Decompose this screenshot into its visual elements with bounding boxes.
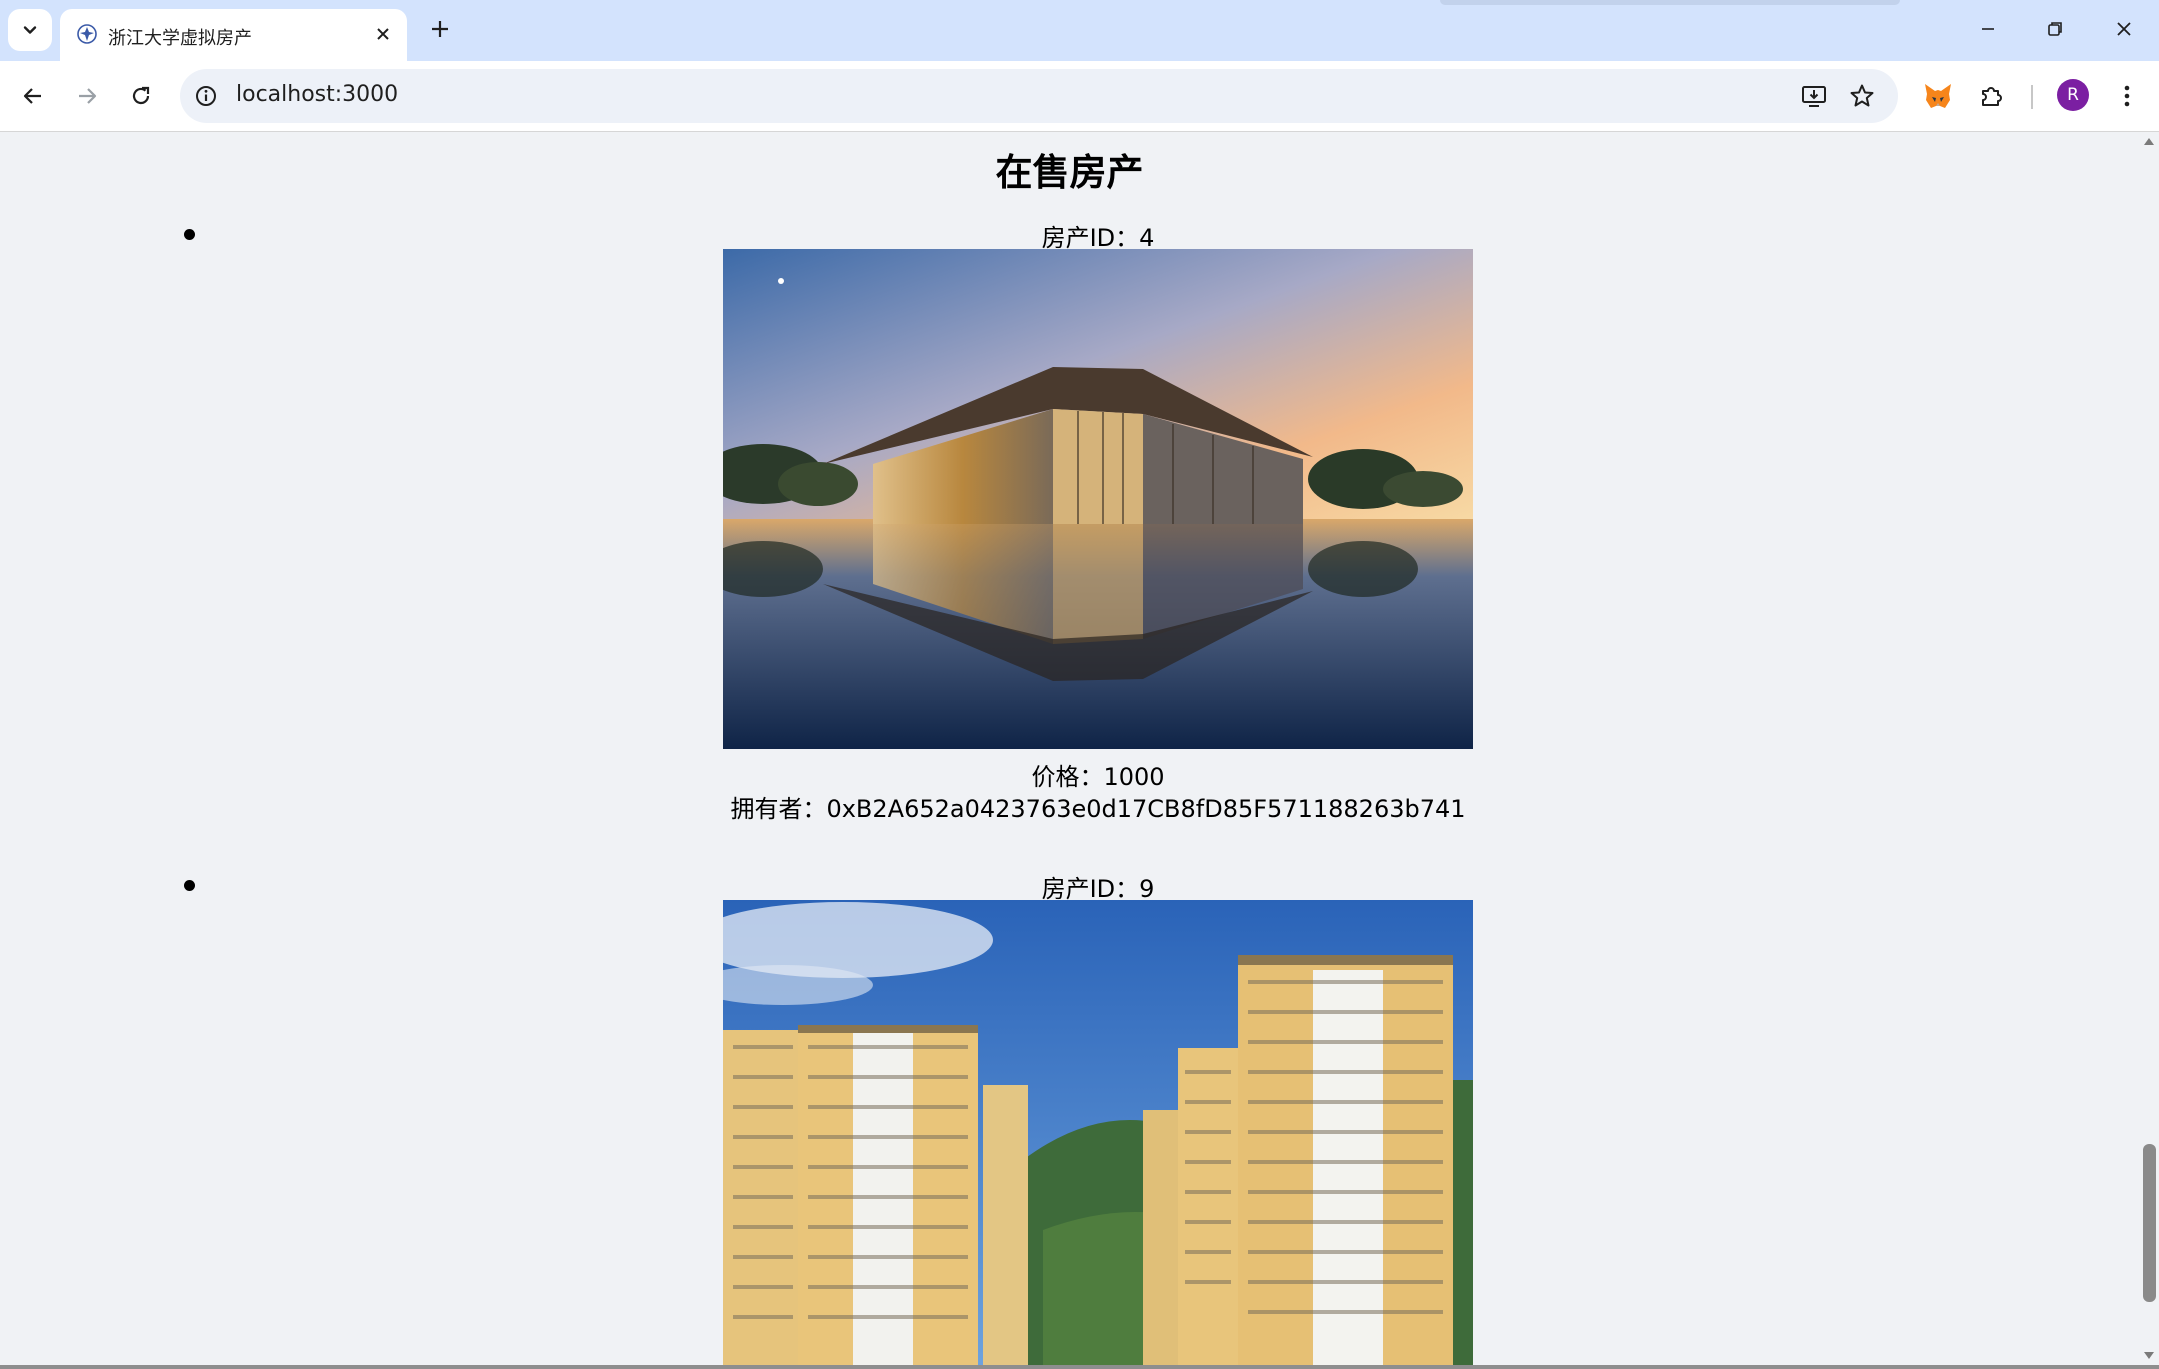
metamask-fox-icon	[1925, 84, 1951, 108]
install-app-icon	[1802, 86, 1826, 107]
site-info-icon	[196, 86, 216, 106]
bookmark-button[interactable]	[1846, 80, 1878, 112]
tab-title: 浙江大学虚拟房产	[108, 28, 252, 49]
forward-icon	[79, 88, 97, 104]
more-menu-icon	[2124, 85, 2130, 107]
page-title: 在售房产	[995, 151, 1144, 194]
back-button[interactable]	[12, 75, 54, 117]
back-icon	[23, 88, 41, 104]
url-text: localhost:3000	[236, 82, 399, 107]
close-tab-button[interactable]	[370, 21, 396, 47]
favicon-icon	[77, 24, 97, 44]
property-image	[723, 900, 1473, 1365]
reload-button[interactable]	[120, 75, 162, 117]
restore-icon	[2048, 22, 2062, 36]
property-price: 价格：1000	[1031, 763, 1165, 791]
browser-menu-button[interactable]	[2106, 75, 2148, 117]
property-image	[723, 249, 1473, 749]
window-bottom-edge	[0, 1365, 2159, 1369]
bookmark-star-icon	[1850, 84, 1874, 107]
property-id: 房产ID：9	[1041, 875, 1155, 903]
address-bar[interactable]: localhost:3000	[180, 69, 1898, 123]
metamask-extension-button[interactable]	[1917, 75, 1959, 117]
install-app-button[interactable]	[1798, 80, 1830, 112]
new-tab-button[interactable]	[424, 13, 456, 45]
pavilion-photo	[723, 249, 1473, 749]
apartment-towers-photo	[723, 900, 1473, 1365]
toolbar-separator	[2031, 85, 2033, 109]
browser-toolbar: localhost:3000 R	[0, 61, 2159, 131]
extensions-puzzle-icon	[1982, 87, 2002, 106]
chevron-down-icon	[23, 26, 37, 34]
site-info-button[interactable]	[192, 82, 220, 110]
window-close-icon	[2117, 22, 2131, 36]
window-close-button[interactable]	[2099, 8, 2149, 50]
profile-avatar[interactable]: R	[2057, 79, 2089, 111]
tab-search-button[interactable]	[8, 9, 52, 51]
minimize-button[interactable]	[1963, 8, 2013, 50]
extensions-button[interactable]	[1971, 75, 2013, 117]
active-tab[interactable]: 浙江大学虚拟房产	[60, 9, 407, 61]
tab-strip: 浙江大学虚拟房产	[0, 0, 2159, 61]
page-viewport: 在售房产 房产ID：4 价格：1000 拥有者：0xB2A652a0423763…	[0, 132, 2139, 1365]
scroll-thumb[interactable]	[2143, 1144, 2156, 1302]
close-icon	[377, 28, 389, 40]
property-owner: 拥有者：0xB2A652a0423763e0d17CB8fD85F5711882…	[730, 795, 1466, 823]
minimize-icon	[1982, 28, 1994, 30]
scroll-up-arrow-icon[interactable]	[2144, 138, 2154, 145]
vertical-scrollbar[interactable]	[2139, 132, 2159, 1365]
reload-icon	[132, 86, 150, 105]
property-id: 房产ID：4	[1041, 224, 1155, 252]
forward-button[interactable]	[66, 75, 108, 117]
scroll-down-arrow-icon[interactable]	[2144, 1352, 2154, 1359]
new-tab-icon	[432, 21, 448, 37]
tab-hover-strip	[1440, 0, 1900, 5]
restore-button[interactable]	[2030, 8, 2080, 50]
